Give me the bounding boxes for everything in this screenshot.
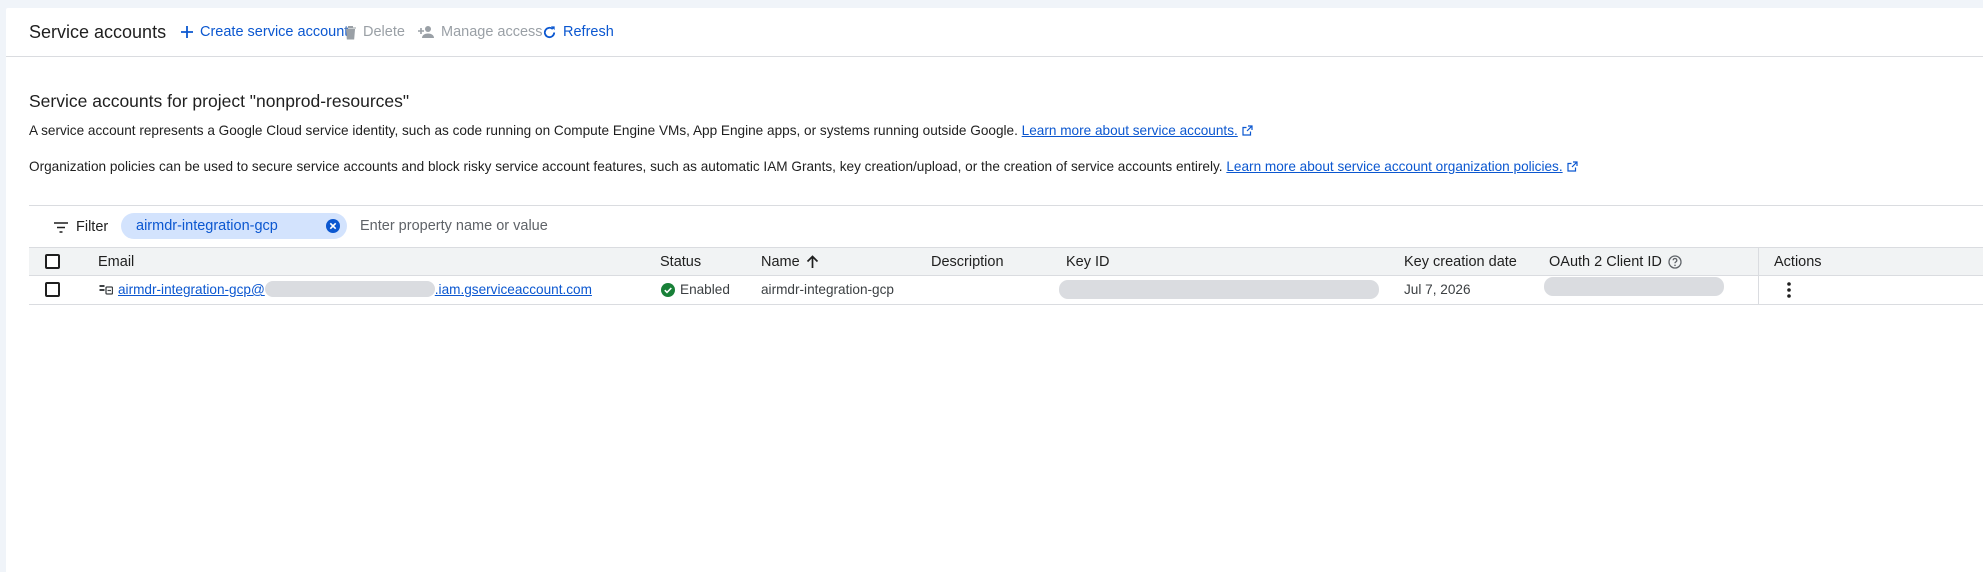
manage-access-button[interactable]: Manage access (418, 21, 543, 43)
delete-button[interactable]: Delete (344, 21, 405, 43)
name-cell: airmdr-integration-gcp (761, 282, 894, 297)
external-link-icon (1567, 161, 1578, 172)
close-circle-icon[interactable] (325, 218, 341, 234)
row-checkbox[interactable] (45, 282, 60, 297)
help-circle-icon[interactable] (1668, 255, 1682, 269)
redacted-key-id (1059, 280, 1379, 299)
column-oauth-client-id[interactable]: OAuth 2 Client ID (1549, 252, 1682, 272)
description-text: A service account represents a Google Cl… (29, 123, 1018, 138)
filter-label: Filter (76, 219, 109, 235)
table-header: Email Status Name Description Key ID Key… (29, 247, 1983, 276)
manage-access-label: Manage access (441, 24, 543, 40)
trash-icon (345, 25, 356, 39)
add-icon (181, 26, 193, 38)
delete-label: Delete (363, 24, 405, 40)
service-accounts-table: Email Status Name Description Key ID Key… (29, 247, 1983, 305)
page-title: Service accounts (29, 22, 167, 42)
create-service-account-button[interactable]: Create service account (180, 21, 348, 43)
refresh-label: Refresh (563, 24, 614, 40)
filter-chip[interactable]: airmdr-integration-gcp (121, 213, 347, 239)
column-key-creation-date[interactable]: Key creation date (1404, 252, 1517, 272)
status-text: Enabled (680, 282, 730, 297)
actions-divider (1758, 248, 1759, 275)
column-actions: Actions (1774, 254, 1822, 270)
column-name-label: Name (761, 254, 800, 270)
email-prefix: airmdr-integration-gcp@ (118, 282, 265, 297)
filter-chip-label: airmdr-integration-gcp (136, 218, 278, 234)
column-status[interactable]: Status (660, 252, 701, 272)
toolbar: Service accounts Create service account … (6, 8, 1983, 57)
section-title: Service accounts for project "nonprod-re… (29, 91, 410, 111)
policy-text: Organization policies can be used to sec… (29, 159, 1223, 174)
learn-more-policies-link[interactable]: Learn more about service account organiz… (1226, 159, 1562, 174)
check-circle-icon (661, 283, 675, 297)
create-service-account-label: Create service account (200, 24, 349, 40)
filter-button[interactable]: Filter (54, 217, 108, 237)
service-account-icon (99, 285, 113, 295)
email-cell: airmdr-integration-gcp@ .iam.gserviceacco… (99, 281, 592, 299)
redacted-oauth-client-id (1544, 277, 1724, 296)
filter-lines-icon (54, 221, 68, 233)
learn-more-label: Learn more about service accounts. (1021, 123, 1238, 138)
redacted-project-id (264, 281, 435, 297)
service-accounts-panel: Service accounts Create service account … (6, 8, 1983, 572)
filter-input[interactable] (360, 215, 860, 237)
external-link-icon (1242, 125, 1253, 136)
description-paragraph: A service account represents a Google Cl… (29, 122, 1253, 140)
policy-paragraph: Organization policies can be used to sec… (29, 158, 1578, 176)
key-creation-date-cell: Jul 7, 2026 (1404, 282, 1471, 297)
column-email[interactable]: Email (98, 252, 134, 272)
column-key-id[interactable]: Key ID (1066, 252, 1110, 272)
status-cell: Enabled (661, 281, 730, 299)
select-all-checkbox[interactable] (45, 254, 60, 269)
column-description[interactable]: Description (931, 252, 1004, 272)
column-name[interactable]: Name (761, 252, 819, 272)
learn-more-service-accounts-link[interactable]: Learn more about service accounts. (1022, 123, 1238, 138)
email-suffix: .iam.gserviceaccount.com (434, 282, 592, 297)
refresh-button[interactable]: Refresh (542, 21, 614, 43)
column-oauth-label: OAuth 2 Client ID (1549, 254, 1662, 270)
row-actions-button[interactable] (1778, 279, 1800, 301)
arrow-up-icon (806, 255, 818, 268)
filter-bar: Filter airmdr-integration-gcp (29, 205, 1983, 247)
policy-link-label: Learn more about service account organiz… (1226, 159, 1563, 174)
refresh-icon (543, 25, 556, 38)
table-row: airmdr-integration-gcp@ .iam.gserviceacco… (29, 276, 1983, 305)
more-vert-icon (1787, 282, 1791, 298)
person-add-icon (418, 26, 434, 38)
service-account-email-link[interactable]: airmdr-integration-gcp@ .iam.gserviceacco… (118, 281, 592, 299)
actions-divider (1758, 276, 1759, 304)
